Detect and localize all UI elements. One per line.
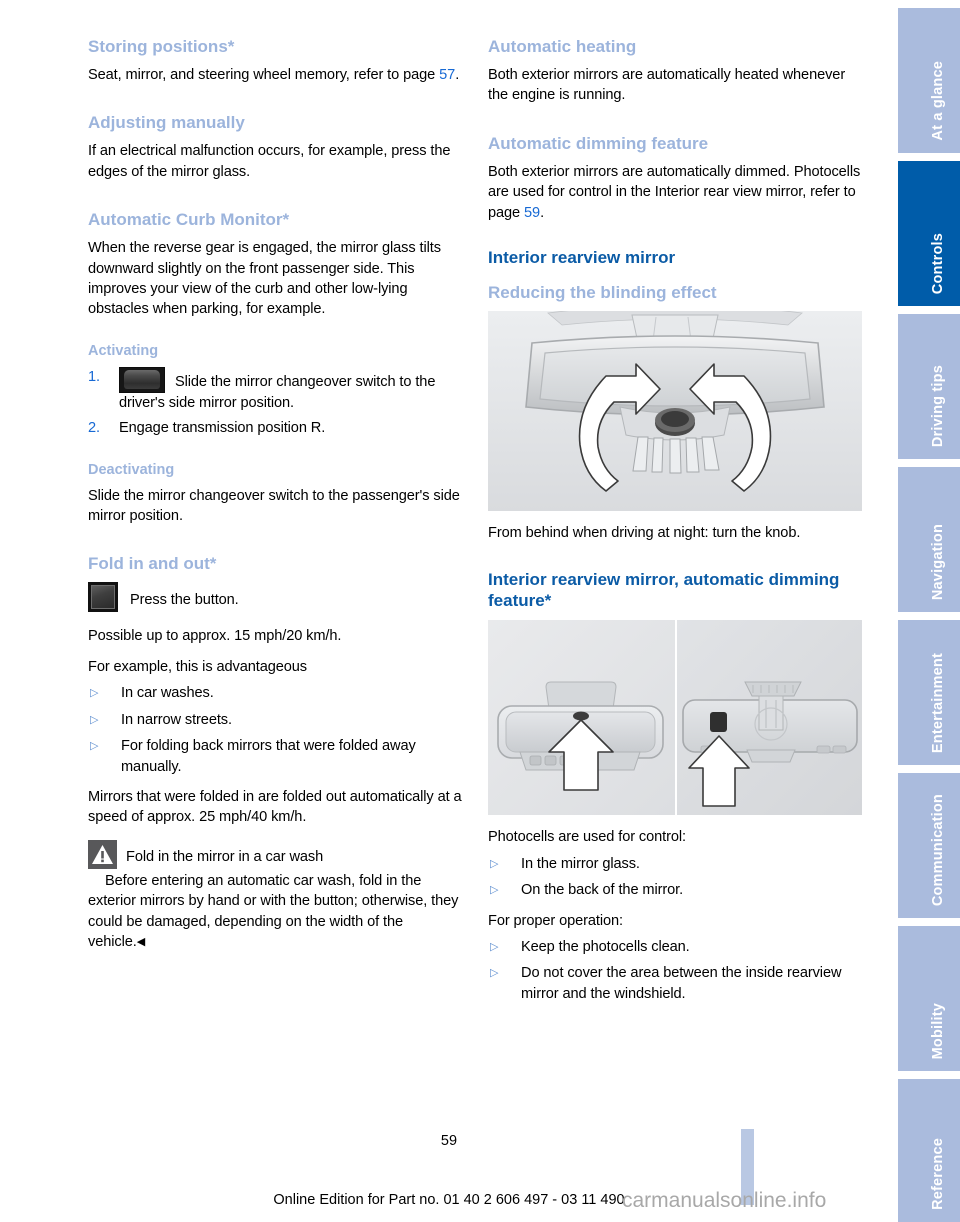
step-1: 1. Slide the mirror changeover switch to… [88, 366, 462, 413]
page-reference-59[interactable]: 59 [524, 205, 540, 221]
heading-automatic-heating: Automatic heating [488, 37, 637, 56]
list-item: ▷ In narrow streets. [88, 710, 462, 730]
sidebar-item-label: Navigation [930, 523, 946, 600]
bullet-text: On the back of the mirror. [521, 882, 684, 899]
triangle-bullet-icon: ▷ [90, 713, 99, 726]
step-1-text: Slide the mirror changeover switch to th… [119, 373, 436, 411]
storing-positions-text-a: Seat, mirror, and steering wheel memory,… [88, 67, 440, 83]
heading-automatic-dimming: Automatic dimming feature [488, 133, 709, 153]
sidebar-item-reference[interactable]: Reference [898, 1079, 960, 1222]
left-column: Storing positions* Seat, mirror, and ste… [88, 36, 462, 952]
sidebar-item-label: At a glance [930, 61, 946, 141]
sidebar-item-communication[interactable]: Communication [898, 773, 960, 918]
paragraph-fold-advantage: For example, this is advantageous [88, 658, 307, 675]
step-2-number: 2. [88, 420, 100, 437]
step-2: 2. Engage transmission position R. [88, 418, 462, 438]
step-1-number: 1. [88, 368, 100, 385]
bullet-text: In car washes. [121, 685, 214, 702]
paragraph-curb-monitor: When the reverse gear is engaged, the mi… [88, 240, 441, 318]
paragraph-deactivating: Slide the mirror changeover switch to th… [88, 487, 460, 525]
heading-fold-in-and-out: Fold in and out* [88, 554, 217, 574]
fold-button-line: Press the button. [88, 582, 462, 613]
sidebar-item-navigation[interactable]: Navigation [898, 467, 960, 612]
sidebar-item-at-a-glance[interactable]: At a glance [898, 8, 960, 153]
page-reference-57[interactable]: 57 [439, 67, 455, 83]
fold-mirror-button-icon [88, 582, 118, 613]
list-item: ▷ Do not cover the area between the insi… [488, 963, 862, 1004]
paragraph-photocells-intro: Photocells are used for control: [488, 829, 686, 846]
sidebar-item-label: Controls [930, 232, 946, 294]
manual-page: Storing positions* Seat, mirror, and ste… [0, 0, 960, 1222]
bullet-text: Keep the photocells clean. [521, 939, 690, 956]
warning-block: Fold in the mirror in a car wash Before … [88, 839, 462, 953]
sidebar-item-entertainment[interactable]: Entertainment [898, 620, 960, 765]
bullet-text: In narrow streets. [121, 711, 232, 728]
paragraph-automatic-dimming: Both exterior mirrors are automatically … [488, 162, 862, 223]
photocell-back-panel [675, 620, 862, 816]
storing-positions-text-b: . [455, 67, 460, 83]
heading-automatic-curb-monitor: Automatic Curb Monitor* [88, 210, 290, 230]
auto-dimming-text-b: . [540, 204, 545, 221]
heading-adjusting-manually: Adjusting manually [88, 113, 245, 133]
photocell-locations-figure [488, 620, 862, 816]
watermark-text: carmanualsonline.info [622, 1189, 827, 1212]
photocell-location-bullets: ▷ In the mirror glass. ▷ On the back of … [488, 854, 862, 901]
sidebar-item-driving-tips[interactable]: Driving tips [898, 314, 960, 459]
paragraph-proper-operation: For proper operation: [488, 912, 623, 929]
list-item: ▷ In car washes. [88, 683, 462, 703]
heading-deactivating: Deactivating [88, 461, 175, 478]
caption-rearview-mirror-knob: From behind when driving at night: turn … [488, 525, 801, 542]
triangle-bullet-icon: ▷ [490, 857, 499, 870]
triangle-bullet-icon: ▷ [490, 967, 499, 980]
bullet-text: For folding back mirrors that were folde… [121, 738, 416, 775]
sidebar-item-label: Communication [930, 793, 946, 906]
step-2-text: Engage transmission position R. [119, 420, 326, 437]
photocell-front-panel [488, 620, 675, 816]
end-of-warning-marker: ◀ [136, 935, 146, 948]
triangle-bullet-icon: ▷ [490, 884, 499, 897]
sidebar-item-controls[interactable]: Controls [898, 161, 960, 306]
heading-storing-positions: Storing positions* [88, 37, 235, 56]
bullet-text: In the mirror glass. [521, 855, 640, 872]
heading-reducing-blinding-effect: Reducing the blinding effect [488, 283, 717, 303]
warning-text: Before entering an automatic car wash, f… [88, 871, 462, 953]
heading-activating: Activating [88, 342, 159, 359]
fold-button-text: Press the button. [130, 592, 239, 609]
list-item: ▷ On the back of the mirror. [488, 880, 862, 900]
warning-triangle-icon [88, 839, 117, 869]
list-item: ▷ In the mirror glass. [488, 854, 862, 874]
page-number: 59 [440, 1133, 458, 1149]
paragraph-automatic-heating: Both exterior mirrors are automatically … [488, 67, 846, 104]
sidebar-item-label: Driving tips [930, 364, 946, 447]
proper-operation-bullets: ▷ Keep the photocells clean. ▷ Do not co… [488, 937, 862, 1004]
rearview-mirror-knob-figure [488, 311, 862, 512]
triangle-bullet-icon: ▷ [490, 941, 499, 954]
sidebar-item-label: Mobility [930, 1002, 946, 1059]
paragraph-auto-fold-out: Mirrors that were folded in are folded o… [88, 788, 462, 826]
heading-interior-rearview-mirror: Interior rearview mirror [488, 248, 676, 268]
rocker-switch-icon [119, 366, 165, 393]
paragraph-fold-speed: Possible up to approx. 15 mph/20 km/h. [88, 628, 342, 645]
section-tab-sidebar: At a glance Controls Driving tips Naviga… [898, 0, 960, 1222]
warning-title: Fold in the mirror in a car wash [126, 848, 324, 865]
list-item: ▷ Keep the photocells clean. [488, 937, 862, 957]
bullet-text: Do not cover the area between the inside… [521, 965, 842, 1002]
activating-steps: 1. Slide the mirror changeover switch to… [88, 366, 462, 439]
paragraph-adjusting-manually: If an electrical malfunction occurs, for… [88, 143, 451, 180]
list-item: ▷ For folding back mirrors that were fol… [88, 736, 462, 777]
right-column: Automatic heating Both exterior mirrors … [488, 36, 862, 1014]
warning-heading-line: Fold in the mirror in a car wash [88, 839, 462, 869]
sidebar-item-mobility[interactable]: Mobility [898, 926, 960, 1071]
heading-auto-dimming-mirror: Interior rearview mirror, automatic dimm… [488, 570, 840, 611]
triangle-bullet-icon: ▷ [90, 687, 99, 700]
sidebar-item-label: Reference [930, 1138, 946, 1210]
triangle-bullet-icon: ▷ [90, 740, 99, 753]
fold-advantage-bullets: ▷ In car washes. ▷ In narrow streets. ▷ … [88, 683, 462, 777]
paragraph-storing-positions: Seat, mirror, and steering wheel memory,… [88, 65, 462, 85]
sidebar-item-label: Entertainment [930, 652, 946, 753]
